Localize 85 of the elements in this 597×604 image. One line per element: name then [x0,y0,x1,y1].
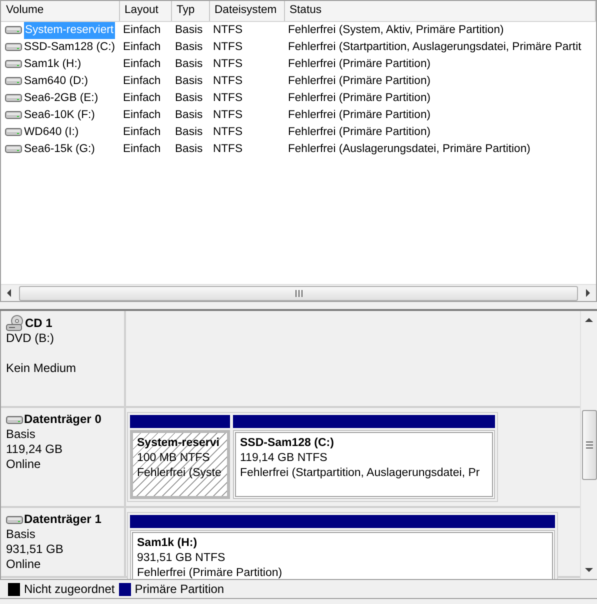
drive-icon [5,93,22,103]
table-cell: NTFS [213,142,242,154]
table-cell: Basis [175,126,203,138]
drive-icon [5,76,22,86]
disk-type: Basis [6,427,36,442]
table-cell: NTFS [213,92,242,104]
table-cell: Fehlerfrei (Primäre Partition) [288,108,431,120]
table-cell: Einfach [123,74,161,86]
partition-size: 100 MB NTFS [137,451,211,466]
volume-name[interactable]: Sea6-10K (F:) [24,106,95,124]
table-cell: Einfach [123,58,161,70]
legend-label: Nicht zugeordnet [24,581,115,598]
table-cell: Fehlerfrei (Auslagerungsdatei, Primäre Partition) [288,142,530,154]
table-cell: Basis [175,24,203,36]
table-cell: Basis [175,108,203,120]
grip-icon [586,441,592,449]
table-cell: Basis [175,92,203,104]
table-cell: Fehlerfrei (Primäre Partition) [288,58,431,70]
table-cell: NTFS [213,40,242,52]
table-cell: Einfach [123,108,161,120]
table-cell: Basis [175,142,203,154]
volume-name[interactable]: Sam1k (H:) [24,56,82,72]
grip-icon [294,290,302,296]
table-cell: Einfach [123,92,161,104]
table-cell: NTFS [213,58,242,70]
legend-label: Primäre Partition [134,581,224,598]
drive-icon [5,110,22,120]
drive-letter: DVD (B:) [6,331,55,346]
scroll-right-icon[interactable] [584,289,592,297]
table-cell: NTFS [213,24,242,36]
drive-icon [5,42,22,52]
partition-name: SSD-Sam128 (C:) [240,436,335,451]
partition-size: 931,51 GB NTFS [137,551,226,566]
scroll-thumb[interactable] [582,410,596,480]
table-cell: Einfach [123,142,161,154]
disk-status: Online [6,557,42,572]
scroll-up-icon[interactable] [585,317,593,322]
table-cell: Fehlerfrei (Startpartition, Auslagerungsdatei, Primäre Partit [288,40,582,52]
partition-name: Sam1k (H:) [137,536,198,551]
horizontal-scrollbar[interactable] [1,284,596,301]
media-status: Kein Medium [6,361,78,376]
table-cell: Fehlerfrei (Primäre Partition) [288,92,431,104]
volume-name[interactable]: Sea6-2GB (E:) [24,90,98,106]
table-cell: Basis [175,58,203,70]
table-cell: NTFS [213,108,242,120]
disk-size: 931,51 GB [6,542,64,557]
table-cell: Einfach [123,126,161,138]
volume-name[interactable]: Sea6-15k (G:) [24,140,95,158]
volume-name[interactable]: SSD-Sam128 (C:) [24,38,116,56]
partition-status: Fehlerfrei (Syste [137,466,222,481]
scroll-left-icon[interactable] [5,289,13,297]
disk-status: Online [6,457,42,472]
column-header[interactable]: Status [284,1,596,21]
disk-type: Basis [6,527,36,542]
volume-name[interactable]: WD640 (I:) [24,124,79,140]
table-cell: Basis [175,74,203,86]
vertical-scrollbar[interactable] [580,311,597,579]
drive-icon [5,59,22,69]
drive-icon [5,144,22,154]
partition-name: System-reservi [137,436,220,451]
partition-status: Fehlerfrei (Startpartition, Auslagerungsdatei, Pr [240,466,481,481]
column-header[interactable]: Dateisystem [209,1,284,21]
scroll-down-icon[interactable] [585,568,593,573]
column-header[interactable]: Volume [1,1,119,21]
drive-icon [5,127,22,137]
table-cell: Fehlerfrei (System, Aktiv, Primäre Partition) [288,24,504,36]
table-cell: NTFS [213,74,242,86]
volume-name[interactable]: Sam640 (D:) [24,72,88,90]
drive-icon [5,25,22,35]
disk-name: CD 1 [25,316,52,330]
table-cell: Fehlerfrei (Primäre Partition) [288,126,431,138]
table-cell: Einfach [123,40,161,52]
table-cell: Basis [175,40,203,52]
column-header[interactable]: Layout [119,1,171,21]
disk-size: 119,24 GB [6,442,64,457]
scroll-thumb[interactable] [19,286,578,300]
cd-drive-icon [6,315,24,331]
table-cell: NTFS [213,126,242,138]
partition-status: Fehlerfrei (Primäre Partition) [137,566,284,579]
partition-size: 119,14 GB NTFS [240,451,328,466]
table-cell: Fehlerfrei (Primäre Partition) [288,74,431,86]
disk-name: Datenträger 1 [24,512,102,527]
disk-name: Datenträger 0 [24,412,102,427]
table-cell: Einfach [123,24,161,36]
column-header[interactable]: Typ [171,1,209,21]
